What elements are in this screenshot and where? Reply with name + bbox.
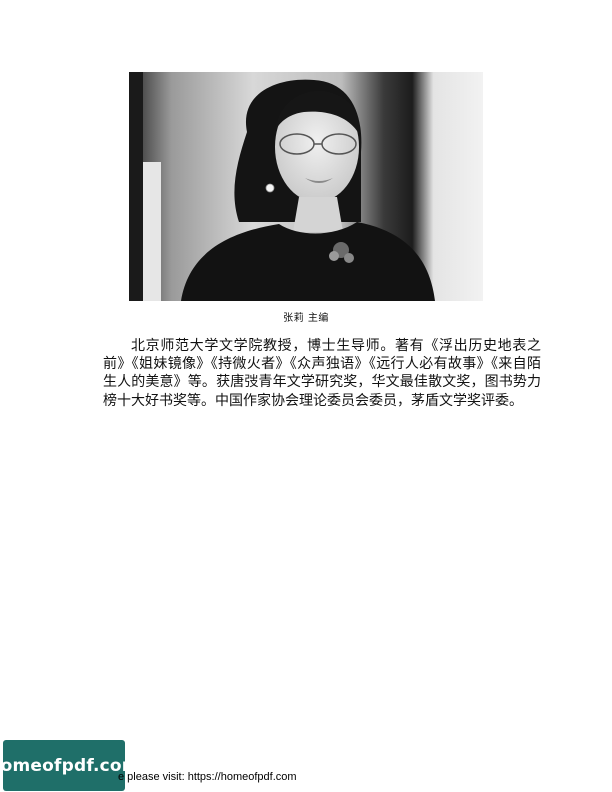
homeofpdf-logo[interactable]: homeofpdf.com bbox=[0, 740, 140, 791]
author-caption: 张莉 主编 bbox=[283, 313, 329, 324]
visit-link-text[interactable]: e please visit: https://homeofpdf.com bbox=[118, 771, 297, 783]
author-photo bbox=[129, 72, 483, 301]
author-bio: 北京师范大学文学院教授，博士生导师。著有《浮出历史地表之前》《姐妹镜像》《持微火… bbox=[103, 338, 541, 409]
